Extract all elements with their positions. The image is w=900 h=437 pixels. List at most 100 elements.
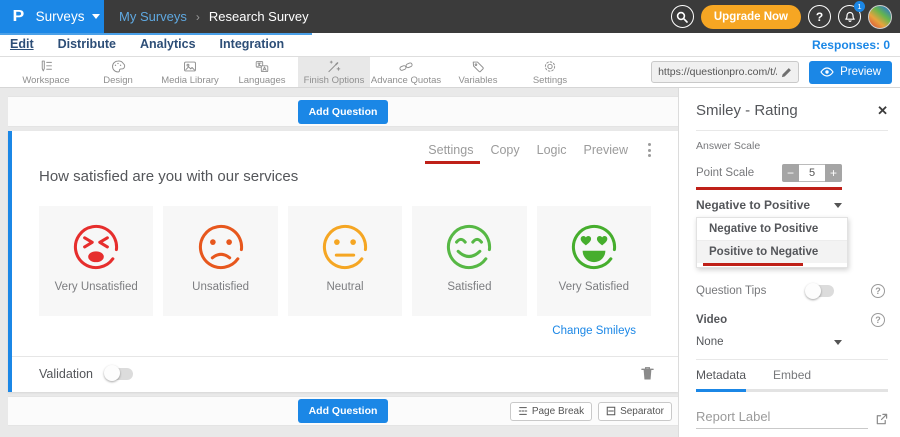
validation-label: Validation: [39, 367, 93, 381]
tab-metadata[interactable]: Metadata: [696, 368, 746, 392]
toolbar-item-languages[interactable]: Languages: [226, 57, 298, 87]
add-question-button-top[interactable]: Add Question: [298, 100, 389, 124]
page-break-button[interactable]: Page Break: [510, 402, 592, 421]
add-question-button-bottom[interactable]: Add Question: [298, 399, 389, 423]
add-question-strip-bottom: Add Question Page Break Separator: [8, 396, 678, 426]
toolbar-item-settings[interactable]: Settings: [514, 57, 586, 87]
toolbar-item-media-library[interactable]: Media Library: [154, 57, 226, 87]
direction-select[interactable]: Negative to Positive: [696, 198, 842, 212]
decrement-button[interactable]: −: [782, 164, 799, 182]
validation-row: Validation: [12, 356, 678, 381]
nav-tab-distribute[interactable]: Distribute: [58, 37, 116, 52]
video-select[interactable]: None: [696, 336, 842, 348]
smiley-option-unsatisfied[interactable]: Unsatisfied: [163, 206, 277, 316]
smiley-option-very-satisfied[interactable]: Very Satisfied: [537, 206, 651, 316]
chevron-down-icon: [834, 203, 842, 208]
breadcrumb: My Surveys › Research Survey: [119, 9, 309, 24]
annotation-underline-point-scale: [696, 187, 842, 190]
open-external-icon[interactable]: [875, 413, 888, 429]
report-label-input[interactable]: [696, 407, 868, 429]
notifications[interactable]: 1: [838, 5, 861, 28]
media-library-icon: [182, 59, 198, 74]
video-label: Video: [696, 314, 727, 326]
toolbar-item-variables[interactable]: Variables: [442, 57, 514, 87]
editor-canvas: Add Question Settings Copy Logic Preview…: [0, 88, 678, 437]
smiley-option-neutral[interactable]: Neutral: [288, 206, 402, 316]
avatar[interactable]: [868, 5, 892, 29]
survey-url-input[interactable]: [658, 66, 777, 78]
nav-tab-edit[interactable]: Edit: [10, 37, 34, 52]
answer-scale-heading: Answer Scale: [696, 140, 888, 152]
report-label-row: [696, 407, 888, 429]
workspace-icon: [38, 59, 54, 74]
languages-icon: [254, 59, 270, 74]
page-break-icon: [518, 406, 528, 416]
separator-button[interactable]: Separator: [598, 402, 672, 421]
question-tips-label: Question Tips: [696, 285, 766, 297]
question-tab-copy[interactable]: Copy: [490, 143, 519, 157]
video-selected-value: None: [696, 336, 724, 348]
change-smileys-row: Change Smileys: [12, 325, 636, 337]
video-row: Video ?: [696, 313, 888, 327]
annotation-underline-positive-to-negative: [703, 263, 803, 266]
point-scale-row: Point Scale − +: [696, 164, 842, 182]
breadcrumb-current-survey: Research Survey: [209, 9, 309, 24]
smiley-option-very-unsatisfied[interactable]: Very Unsatisfied: [39, 206, 153, 316]
chevron-down-icon: [834, 340, 842, 345]
advance-quotas-icon: [398, 59, 414, 74]
upgrade-now-button[interactable]: Upgrade Now: [701, 5, 801, 29]
toolbar-item-workspace[interactable]: Workspace: [10, 57, 82, 87]
question-tab-logic[interactable]: Logic: [537, 143, 567, 157]
editor-toolbar: Workspace Design Media Library Languages…: [0, 57, 900, 88]
variables-icon: [470, 59, 486, 74]
neutral-smiley-icon: [319, 221, 371, 273]
question-settings-panel: Smiley - Rating ✕ Answer Scale Point Sca…: [678, 88, 900, 437]
point-scale-label: Point Scale: [696, 167, 754, 179]
header-actions: Upgrade Now ? 1: [671, 5, 900, 29]
nav-tab-integration[interactable]: Integration: [220, 37, 285, 52]
smiley-option-satisfied[interactable]: Satisfied: [412, 206, 526, 316]
very-unsatisfied-smiley-icon: [70, 221, 122, 273]
gear-icon: [542, 59, 558, 74]
question-panel: Settings Copy Logic Preview How satisfie…: [8, 131, 678, 392]
nav-tab-analytics[interactable]: Analytics: [140, 37, 196, 52]
question-tips-toggle[interactable]: [806, 285, 834, 297]
question-tab-preview[interactable]: Preview: [584, 143, 628, 157]
divider: [696, 359, 888, 360]
top-header: P Surveys My Surveys › Research Survey U…: [0, 0, 900, 33]
separator-icon: [606, 406, 616, 416]
menu-item-positive-to-negative[interactable]: Positive to Negative: [697, 241, 847, 263]
preview-button[interactable]: Preview: [809, 61, 892, 84]
change-smileys-link[interactable]: Change Smileys: [552, 325, 636, 337]
search-icon[interactable]: [671, 5, 694, 28]
product-menu[interactable]: P Surveys: [0, 0, 104, 33]
increment-button[interactable]: +: [825, 164, 842, 182]
point-scale-value[interactable]: [799, 164, 825, 182]
question-tabs: Settings Copy Logic Preview: [12, 131, 678, 157]
close-icon[interactable]: ✕: [877, 103, 888, 119]
help-circle-icon[interactable]: ?: [871, 313, 885, 327]
help-icon[interactable]: ?: [808, 5, 831, 28]
pencil-icon[interactable]: [781, 67, 792, 78]
tab-embed[interactable]: Embed: [773, 368, 811, 392]
trash-icon[interactable]: [641, 366, 654, 381]
responses-count[interactable]: Responses: 0: [812, 38, 890, 52]
validation-toggle[interactable]: [105, 368, 133, 380]
question-title[interactable]: How satisfied are you with our services: [39, 168, 678, 185]
direction-dropdown-menu: Negative to Positive Positive to Negativ…: [696, 217, 848, 268]
breadcrumb-my-surveys[interactable]: My Surveys: [119, 9, 187, 24]
help-circle-icon[interactable]: ?: [871, 284, 885, 298]
smiley-scale: Very Unsatisfied Unsatisfied Neutral Sat…: [39, 206, 651, 316]
menu-item-negative-to-positive[interactable]: Negative to Positive: [697, 218, 847, 241]
panel-title: Smiley - Rating: [696, 102, 798, 119]
question-tab-settings[interactable]: Settings: [428, 143, 473, 157]
notification-badge: 1: [854, 1, 865, 12]
unsatisfied-smiley-icon: [195, 221, 247, 273]
very-satisfied-smiley-icon: [568, 221, 620, 273]
annotation-underline-settings: [425, 161, 480, 164]
toolbar-item-advance-quotas[interactable]: Advance Quotas: [370, 57, 442, 87]
toolbar-item-finish-options[interactable]: Finish Options: [298, 57, 370, 87]
more-options-icon[interactable]: [645, 143, 654, 157]
chevron-down-icon: [92, 14, 100, 19]
toolbar-item-design[interactable]: Design: [82, 57, 154, 87]
